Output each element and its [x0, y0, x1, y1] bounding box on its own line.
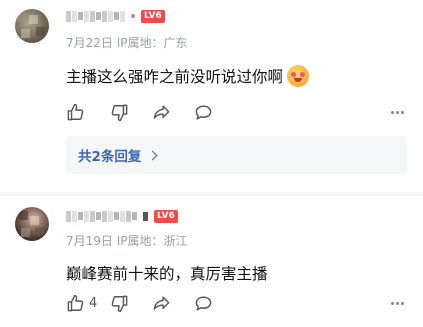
more-icon [390, 301, 394, 305]
view-replies-button[interactable]: 共2条回复 [66, 136, 407, 174]
comment-item: LV6 7月19日 IP属地：浙江 巅峰赛前十来的，真厉害主播 4 [0, 196, 423, 327]
separator-dot [131, 14, 135, 18]
star-struck-emoji-icon [287, 65, 310, 87]
user-name-row[interactable]: LV6 [66, 7, 165, 25]
thumbs-up-icon [67, 294, 84, 311]
more-icon [390, 110, 394, 114]
comment-icon [195, 104, 212, 120]
more-button[interactable] [388, 103, 406, 121]
like-count: 4 [89, 295, 98, 311]
thumbs-down-icon [111, 104, 128, 121]
share-button[interactable] [152, 292, 194, 314]
share-icon [153, 295, 170, 310]
chevron-right-icon [147, 150, 158, 160]
comment-date: 7月19日 [66, 234, 113, 248]
ip-label: IP属地： [116, 36, 164, 50]
replies-label: 共2条回复 [78, 149, 142, 165]
comment-text: 巅峰赛前十来的，真厉害主播 [66, 262, 268, 284]
user-name-row[interactable]: LV6 [66, 207, 178, 225]
share-button[interactable] [152, 101, 194, 123]
dislike-button[interactable] [110, 292, 152, 314]
ip-region: 广东 [163, 36, 188, 50]
share-icon [153, 104, 170, 119]
like-button[interactable]: 4 [66, 292, 110, 314]
comment-meta: 7月19日 IP属地：浙江 [66, 232, 188, 249]
comment-item: LV6 7月22日 IP属地：广东 主播这么强咋之前没听说过你啊 共2条回复 [0, 0, 423, 192]
separator-mark [143, 211, 148, 221]
avatar[interactable] [15, 9, 49, 43]
username-obscured [66, 10, 125, 22]
comment-icon [195, 295, 212, 311]
comment-body: 主播这么强咋之前没听说过你啊 [66, 68, 284, 86]
thumbs-down-icon [111, 295, 128, 312]
ip-label: IP属地： [116, 234, 164, 248]
level-badge: LV6 [141, 9, 165, 23]
more-button[interactable] [388, 294, 406, 312]
thumbs-up-icon [67, 103, 84, 120]
comment-meta: 7月22日 IP属地：广东 [66, 34, 188, 51]
level-badge: LV6 [154, 209, 178, 223]
comment-text: 主播这么强咋之前没听说过你啊 [66, 65, 310, 87]
ip-region: 浙江 [163, 234, 188, 248]
comment-date: 7月22日 [66, 36, 113, 50]
comment-actions: 4 [66, 292, 406, 314]
dislike-button[interactable] [110, 101, 152, 123]
like-button[interactable] [66, 101, 110, 123]
reply-button[interactable] [194, 292, 236, 314]
comment-actions [66, 101, 406, 123]
avatar[interactable] [15, 207, 49, 241]
username-obscured [66, 210, 137, 222]
reply-button[interactable] [194, 101, 236, 123]
comment-body: 巅峰赛前十来的，真厉害主播 [66, 265, 268, 283]
